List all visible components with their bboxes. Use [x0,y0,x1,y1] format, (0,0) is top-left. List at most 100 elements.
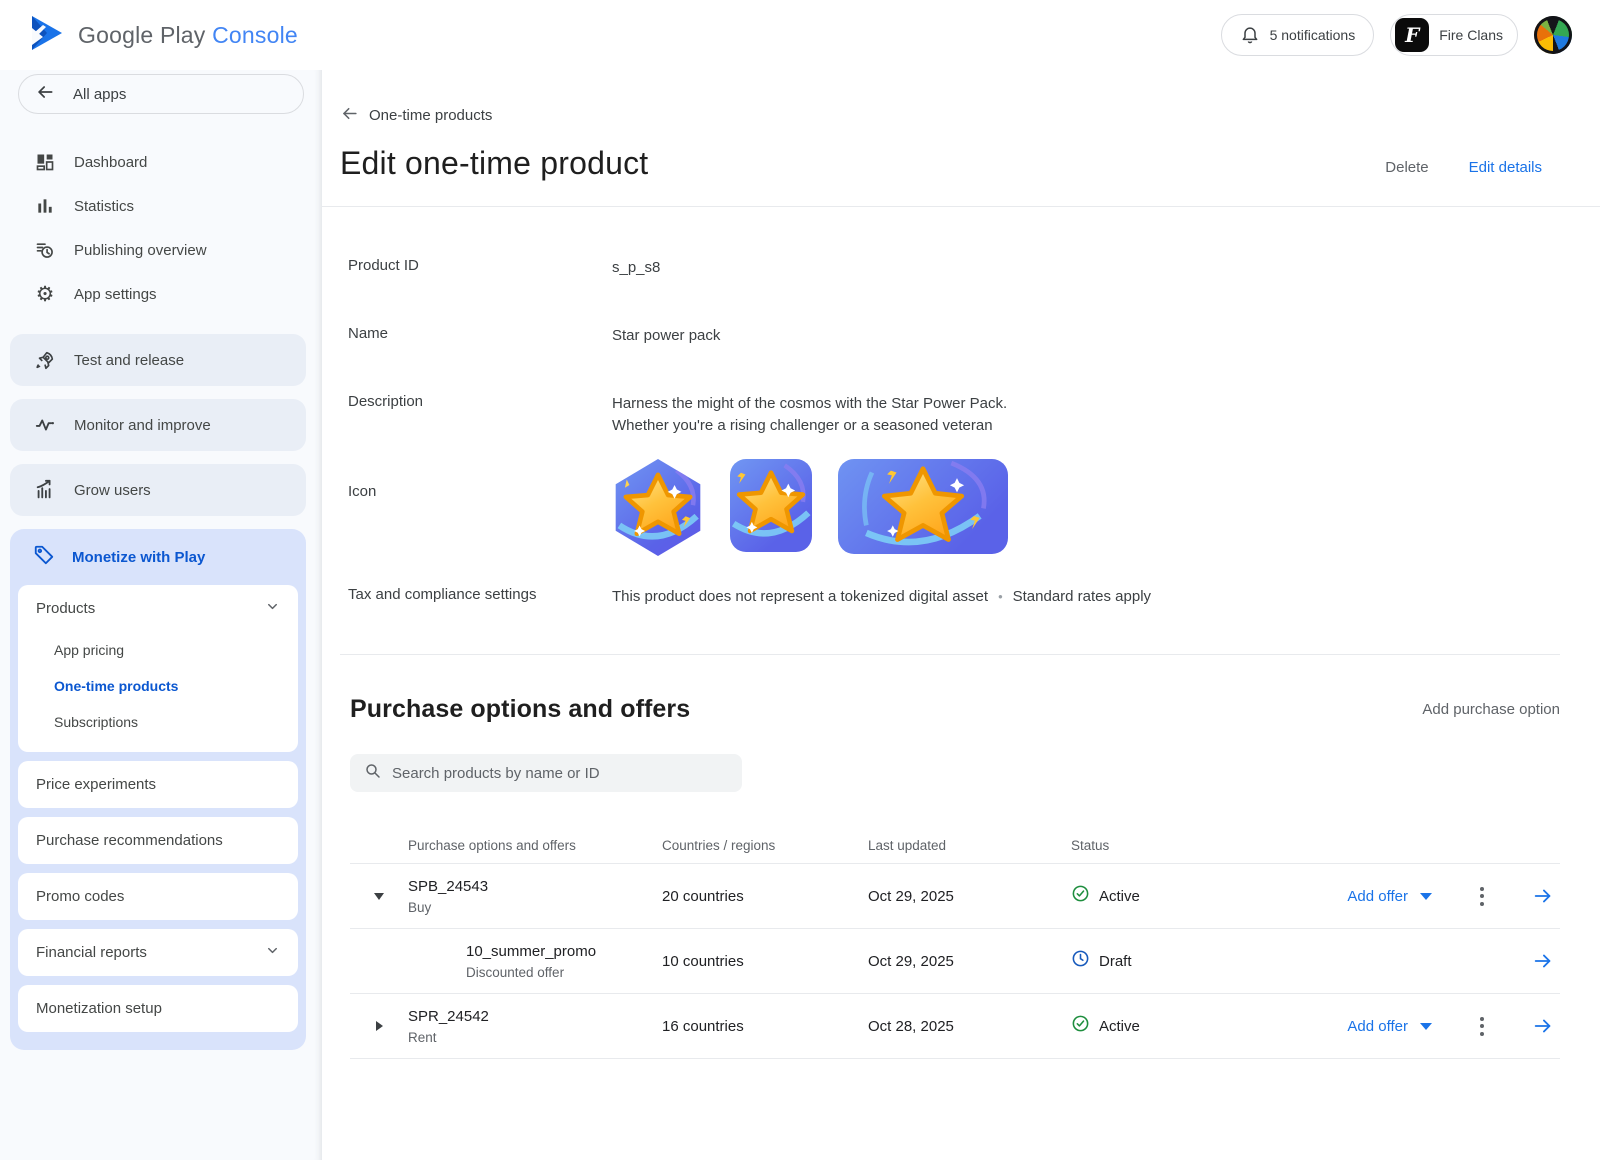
card-label: Promo codes [36,888,124,905]
sidebar-item-app-settings[interactable]: ⚙ App settings [0,272,322,316]
purchase-option-id: SPB_24543 [408,878,662,895]
play-logo-icon [30,15,64,56]
brand[interactable]: Google Play Console [30,15,298,56]
add-purchase-option-button[interactable]: Add purchase option [1422,701,1560,718]
description-label: Description [340,393,612,437]
sidebar-group-label: Grow users [74,482,151,499]
sidebar-item-label: Dashboard [74,154,147,171]
section-divider [340,654,1560,655]
offer-type: Discounted offer [466,965,662,980]
sidebar-group-monitor-and-improve[interactable]: Monitor and improve [10,399,306,451]
sidebar-item-financial-reports[interactable]: Financial reports [18,929,298,976]
tax-value-2: Standard rates apply [1013,586,1151,608]
sidebar-item-dashboard[interactable]: Dashboard [0,140,322,184]
add-offer-button[interactable]: Add offer [1347,888,1432,905]
sidebar-group-monetize-with-play[interactable]: Monetize with Play [10,529,306,585]
sidebar-group-label: Test and release [74,352,184,369]
product-id-label: Product ID [340,257,612,279]
caret-down-icon [1420,893,1432,900]
tax-separator: • [998,586,1003,608]
sidebar-item-purchase-recommendations[interactable]: Purchase recommendations [18,817,298,864]
tax-compliance-label: Tax and compliance settings [340,586,612,608]
sidebar-item-publishing-overview[interactable]: Publishing overview [0,228,322,272]
sidebar-item-one-time-products[interactable]: One-time products [18,668,298,704]
breadcrumb[interactable]: One-time products [340,104,1600,127]
status-badge: Active [1099,888,1140,905]
sidebar-monetize-section: Monetize with Play Products App pricing … [10,529,306,1050]
brand-text: Google Play Console [78,22,298,49]
dashboard-icon [33,150,57,174]
more-actions-button[interactable] [1476,883,1488,910]
countries-cell: 20 countries [662,888,868,905]
top-app-bar: Google Play Console 5 notifications F Fi… [0,0,1600,70]
brand-google-play: Google Play [78,22,206,48]
sidebar-group-grow-users[interactable]: Grow users [10,464,306,516]
table-row: SPR_24542 Rent 16 countries Oct 28, 2025… [350,994,1560,1059]
expand-row-button[interactable] [350,1021,408,1031]
main-content: One-time products Edit one-time product … [322,70,1600,1160]
back-arrow-icon [35,82,55,106]
product-id-value: s_p_s8 [612,257,660,279]
account-avatar[interactable] [1534,16,1572,54]
header-divider [322,206,1600,207]
countries-cell: 16 countries [662,1018,868,1035]
bell-icon [1240,24,1260,47]
status-badge: Active [1099,1018,1140,1035]
sidebar-item-promo-codes[interactable]: Promo codes [18,873,298,920]
card-label: Purchase recommendations [36,832,223,849]
add-offer-button[interactable]: Add offer [1347,1018,1432,1035]
products-card: Products App pricing One-time products S… [18,585,298,752]
search-icon [364,762,382,785]
col-header-purchase-options: Purchase options and offers [408,838,662,853]
sidebar-item-label: App settings [74,286,157,303]
open-row-arrow[interactable] [1532,885,1554,907]
offer-id: 10_summer_promo [466,943,662,960]
description-value: Harness the might of the cosmos with the… [612,393,1007,437]
sidebar-item-label: Publishing overview [74,242,207,259]
sidebar-item-price-experiments[interactable]: Price experiments [18,761,298,808]
chevron-down-icon [265,943,280,962]
purchase-option-type: Rent [408,1030,662,1045]
all-apps-back-button[interactable]: All apps [18,74,304,114]
card-label: Monetization setup [36,1000,162,1017]
publishing-overview-icon [33,238,57,262]
countries-cell: 10 countries [662,953,868,970]
delete-button[interactable]: Delete [1385,159,1428,176]
status-badge: Draft [1099,953,1132,970]
icon-label: Icon [340,483,612,500]
statistics-icon [33,194,57,218]
active-check-icon [1071,884,1090,908]
search-box[interactable] [350,754,742,792]
sidebar-item-app-pricing[interactable]: App pricing [18,632,298,668]
collapse-row-button[interactable] [350,893,408,900]
sidebar-item-statistics[interactable]: Statistics [0,184,322,228]
tag-icon [33,544,55,570]
rocket-icon [33,348,57,372]
back-arrow-icon [340,104,359,127]
product-icon-banner [838,459,1008,554]
sidebar-group-test-and-release[interactable]: Test and release [10,334,306,386]
add-offer-label: Add offer [1347,888,1408,905]
caret-down-icon [1420,1023,1432,1030]
open-row-arrow[interactable] [1532,1015,1554,1037]
edit-details-button[interactable]: Edit details [1469,159,1542,176]
purchase-option-type: Buy [408,900,662,915]
tax-value-1: This product does not represent a tokeni… [612,586,988,608]
more-actions-button[interactable] [1476,1013,1488,1040]
sidebar: All apps Dashboard Statistics Publishing… [0,70,322,1160]
sidebar-item-products[interactable]: Products [18,585,298,632]
draft-clock-icon [1071,949,1090,973]
description-line1: Harness the might of the cosmos with the… [612,393,1007,415]
all-apps-label: All apps [73,86,126,103]
sidebar-item-monetization-setup[interactable]: Monetization setup [18,985,298,1032]
fire-clans-app-icon: F [1395,18,1429,52]
breadcrumb-label: One-time products [369,107,492,124]
search-input[interactable] [392,765,728,782]
open-row-arrow[interactable] [1532,950,1554,972]
purchase-option-id: SPR_24542 [408,1008,662,1025]
app-switcher-button[interactable]: F Fire Clans [1390,14,1518,56]
app-name-label: Fire Clans [1439,27,1503,43]
chevron-down-icon [265,599,280,618]
notifications-button[interactable]: 5 notifications [1221,14,1375,56]
sidebar-item-subscriptions[interactable]: Subscriptions [18,704,298,740]
